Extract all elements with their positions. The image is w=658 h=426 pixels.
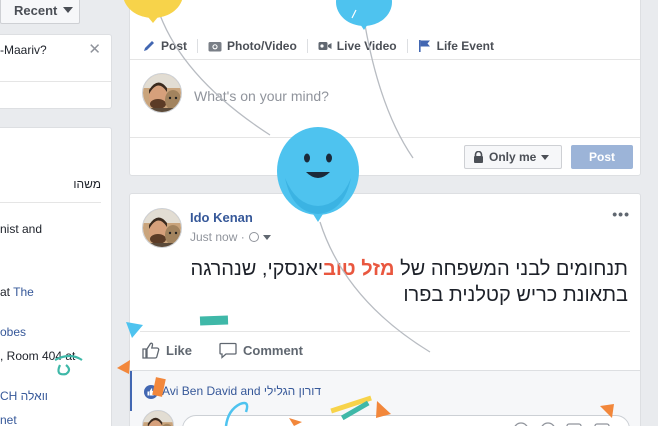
suggestion-panel: -Maariv? ✕ xyxy=(0,34,112,109)
post-text-highlight: מזל טוב xyxy=(323,258,395,280)
chevron-down-icon xyxy=(541,154,550,160)
news-item-link[interactable]: The xyxy=(13,285,34,299)
comment-tools xyxy=(514,422,610,426)
photo-video-label: Photo/Video xyxy=(227,38,297,53)
news-item[interactable]: משהו xyxy=(73,177,101,191)
post-meta: Just now · xyxy=(190,230,271,244)
life-event-label: Life Event xyxy=(436,38,494,53)
status-input[interactable]: What's on your mind? xyxy=(194,88,329,104)
video-camera-icon xyxy=(318,40,332,52)
post-text-part: תנחומים לבני המשפחה של xyxy=(394,258,628,280)
left-column: Recent -Maariv? ✕ משהו nist and at The o… xyxy=(0,0,113,426)
news-item[interactable]: , Room 404 at xyxy=(0,349,75,363)
liker-name[interactable]: Avi Ben David xyxy=(162,384,237,398)
post-composer: Post Photo/Video Live Video Life Event W… xyxy=(129,0,641,176)
divider xyxy=(406,38,408,53)
comment-label: Comment xyxy=(243,343,303,358)
pencil-icon xyxy=(142,40,156,52)
chevron-down-icon xyxy=(63,7,74,13)
audience-selector[interactable]: Only me xyxy=(464,145,562,169)
like-button[interactable]: Like xyxy=(142,342,192,359)
composer-actions: Post Photo/Video Live Video Life Event xyxy=(130,32,640,60)
post-timestamp[interactable]: Just now · xyxy=(190,230,245,244)
close-icon[interactable]: ✕ xyxy=(88,40,101,58)
recent-label: Recent xyxy=(14,2,58,18)
divider xyxy=(306,38,308,53)
liker-name[interactable]: דורון הגלילי xyxy=(264,384,321,398)
post-tab[interactable]: Post xyxy=(142,39,187,53)
likers-text[interactable]: Avi Ben David and דורון הגלילי xyxy=(162,384,321,398)
post-button[interactable]: Post xyxy=(571,145,633,169)
like-label: Like xyxy=(166,343,193,358)
audience-label: Only me xyxy=(489,150,537,164)
comment-row xyxy=(130,410,640,426)
comment-icon xyxy=(219,342,237,359)
news-item[interactable]: at The xyxy=(0,285,34,299)
divider xyxy=(197,38,199,53)
divider xyxy=(130,137,640,138)
lock-icon xyxy=(474,151,483,163)
photo-video-tab[interactable]: Photo/Video xyxy=(208,39,297,53)
life-event-tab[interactable]: Life Event xyxy=(418,39,494,53)
avatar[interactable] xyxy=(142,73,182,113)
chevron-down-icon[interactable] xyxy=(262,234,271,240)
camera-icon xyxy=(208,40,222,52)
divider xyxy=(0,81,111,82)
likes-summary: Avi Ben David and דורון הגלילי xyxy=(130,371,640,411)
live-video-label: Live Video xyxy=(336,38,397,53)
flag-icon xyxy=(418,39,432,52)
post-tab-label: Post xyxy=(161,38,188,53)
thumbs-up-icon xyxy=(142,342,160,359)
news-item[interactable]: net xyxy=(0,413,17,426)
recent-sort-button[interactable]: Recent xyxy=(0,0,80,24)
post-text: תנחומים לבני המשפחה של מזל טוביאנסקי, שנ… xyxy=(188,256,628,308)
comment-button[interactable]: Comment xyxy=(219,342,303,359)
more-options-icon[interactable]: ••• xyxy=(612,206,630,222)
like-reaction-icon xyxy=(144,385,158,399)
news-item-text: at xyxy=(0,285,14,299)
likers-and: and xyxy=(237,384,264,398)
news-item[interactable]: obes xyxy=(0,325,26,339)
commenter-avatar xyxy=(142,410,174,426)
globe-icon xyxy=(248,232,259,242)
feed-post: Ido Kenan Just now · ••• תנחומים לבני המ… xyxy=(129,193,641,426)
post-author[interactable]: Ido Kenan xyxy=(190,210,253,225)
news-item[interactable]: nist and xyxy=(0,222,42,236)
divider xyxy=(0,202,101,203)
author-avatar[interactable] xyxy=(142,208,182,248)
news-panel: משהו nist and at The obes , Room 404 at … xyxy=(0,127,112,426)
news-item[interactable]: CH וואלה xyxy=(0,389,48,403)
divider xyxy=(140,331,630,332)
live-video-tab[interactable]: Live Video xyxy=(318,39,397,53)
suggestion-text: -Maariv? xyxy=(0,43,47,57)
comment-input[interactable] xyxy=(182,415,630,426)
